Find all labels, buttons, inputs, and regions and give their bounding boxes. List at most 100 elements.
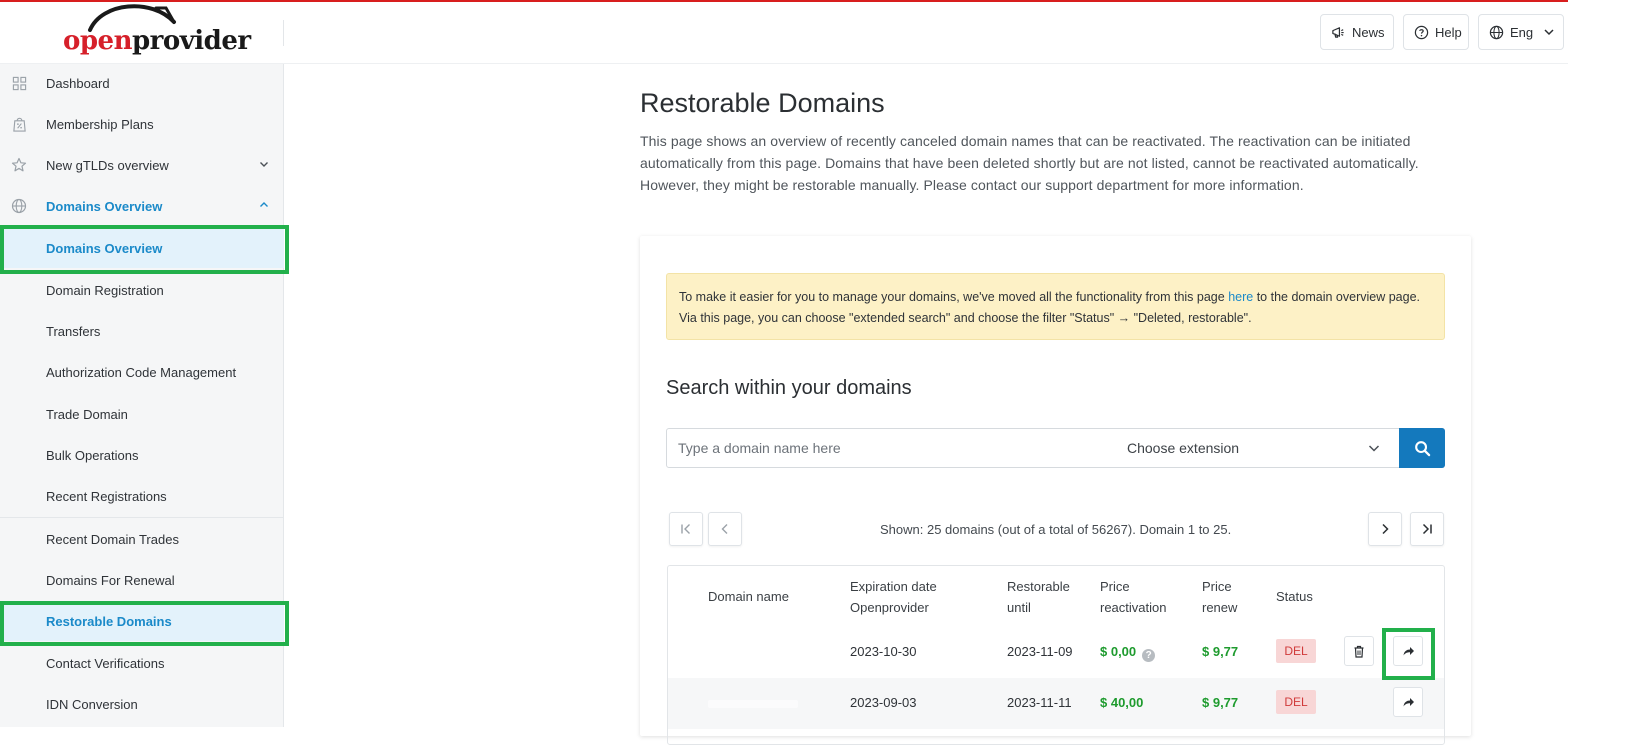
sidebar-item-label: Contact Verifications	[46, 655, 165, 671]
sidebar-item-membership-plans[interactable]: Membership Plans	[0, 104, 284, 144]
help-button[interactable]: Help	[1403, 14, 1469, 50]
price-reactivation-value: $ 0,00	[1100, 644, 1137, 659]
logo-open-text: open	[63, 26, 132, 56]
trash-icon	[1354, 645, 1364, 658]
previous-page-button[interactable]	[708, 512, 742, 546]
bag-percent-icon	[10, 115, 28, 133]
sidebar-divider	[0, 517, 284, 518]
news-button[interactable]: News	[1320, 14, 1394, 50]
extension-select[interactable]: Choose extension	[1127, 429, 1399, 467]
sidebar-item-contact-verifications[interactable]: Contact Verifications	[0, 643, 284, 683]
sidebar-item-idn-conversion[interactable]: IDN Conversion	[0, 684, 284, 724]
sidebar-item-label: Authorization Code Management	[46, 364, 237, 380]
language-select[interactable]: Eng	[1478, 14, 1564, 50]
page-description: This page shows an overview of recently …	[640, 133, 1419, 193]
restore-button[interactable]	[1393, 687, 1423, 717]
help-circle-icon	[1414, 25, 1429, 39]
sidebar-item-label: Domains For Renewal	[46, 572, 175, 588]
extension-select-label: Choose extension	[1127, 440, 1240, 456]
column-header-domain[interactable]: Domain name	[708, 586, 789, 607]
sidebar: Dashboard Membership Plans New gTLDs ove…	[0, 63, 289, 727]
sidebar-item-label: IDN Conversion	[46, 696, 138, 712]
globe-icon	[1489, 25, 1504, 39]
sidebar-item-bulk-operations[interactable]: Bulk Operations	[0, 435, 284, 475]
search-button[interactable]	[1399, 428, 1445, 468]
price-reactivation-cell: $ 40,00	[1100, 695, 1144, 710]
sidebar-item-domain-registration[interactable]: Domain Registration	[0, 270, 284, 310]
logo-wordmark: openprovider	[63, 26, 251, 56]
sidebar-item-label: Membership Plans	[46, 116, 154, 132]
sidebar-item-restorable-domains[interactable]: Restorable Domains	[0, 601, 284, 641]
first-page-icon	[681, 524, 690, 534]
sidebar-item-label: Restorable Domains	[46, 613, 172, 629]
star-icon	[10, 156, 28, 174]
next-page-button[interactable]	[1368, 512, 1402, 546]
grid-icon	[10, 74, 28, 92]
header-divider	[283, 20, 284, 46]
page-title: Restorable Domains	[640, 88, 885, 118]
last-page-button[interactable]	[1410, 512, 1444, 546]
sidebar-item-label: Domains Overview	[46, 240, 163, 256]
top-header: openprovider News Help Eng	[0, 2, 1568, 64]
status-badge: DEL	[1276, 639, 1316, 663]
help-tooltip-icon[interactable]: ?	[1142, 649, 1156, 662]
openprovider-logo[interactable]: openprovider	[62, 4, 251, 60]
chevron-right-icon	[1382, 523, 1389, 535]
chevron-down-icon	[1368, 445, 1380, 452]
domain-search-input[interactable]	[667, 429, 1117, 467]
restorable-until-cell: 2023-11-09	[1007, 644, 1073, 659]
search-icon	[1414, 440, 1430, 456]
first-page-button[interactable]	[669, 512, 703, 546]
chevron-down-icon	[1544, 29, 1554, 36]
sidebar-item-dashboard[interactable]: Dashboard	[0, 63, 284, 103]
column-header-price-renew[interactable]: Price renew	[1202, 576, 1252, 618]
sidebar-item-label: Recent Domain Trades	[46, 531, 179, 547]
sidebar-item-label: New gTLDs overview	[46, 157, 169, 173]
price-reactivation-cell: $ 0,00?	[1100, 644, 1156, 662]
sidebar-item-auth-code-management[interactable]: Authorization Code Management	[0, 352, 284, 392]
price-renew-cell: $ 9,77	[1202, 644, 1239, 659]
restorable-domains-card: To make it easier for you to manage your…	[640, 236, 1471, 745]
search-bar: Choose extension	[666, 428, 1445, 468]
status-badge: DEL	[1276, 690, 1316, 714]
table-row: 2023-09-03 2023-11-11 $ 40,00 $ 9,77 DEL	[668, 678, 1444, 729]
language-label: Eng	[1510, 24, 1534, 40]
restore-button[interactable]	[1393, 636, 1423, 666]
sidebar-item-domains-overview-group[interactable]: Domains Overview	[0, 186, 284, 226]
column-header-price-reactivation[interactable]: Price reactivation	[1100, 576, 1180, 618]
info-notice: To make it easier for you to manage your…	[666, 273, 1445, 340]
news-label: News	[1352, 24, 1385, 40]
help-label: Help	[1435, 24, 1462, 40]
column-header-expiration[interactable]: Expiration date Openprovider	[850, 576, 970, 618]
column-header-status: Status	[1276, 589, 1313, 604]
notice-text: To make it easier for you to manage your…	[679, 290, 1229, 304]
share-arrow-icon	[1403, 647, 1414, 656]
column-header-restorable[interactable]: Restorable until	[1007, 576, 1087, 618]
price-renew-cell: $ 9,77	[1202, 695, 1239, 710]
last-page-icon	[1422, 523, 1432, 535]
sidebar-item-label: Domains Overview	[46, 198, 163, 214]
delete-button[interactable]	[1344, 636, 1374, 666]
domains-table: Domain name Expiration date Openprovider…	[667, 565, 1445, 745]
sidebar-item-recent-registrations[interactable]: Recent Registrations	[0, 476, 284, 516]
sidebar-item-trade-domain[interactable]: Trade Domain	[0, 394, 284, 434]
restorable-until-cell: 2023-11-11	[1007, 695, 1072, 710]
sidebar-item-new-gtlds[interactable]: New gTLDs overview	[0, 145, 284, 185]
share-arrow-icon	[1403, 698, 1414, 707]
logo-provider-text: provider	[131, 26, 251, 56]
notice-here-link[interactable]: here	[1228, 290, 1253, 304]
chevron-left-icon	[721, 524, 728, 534]
table-row: 2023-10-30 2023-11-09 $ 0,00? $ 9,77 DEL	[668, 627, 1444, 678]
redacted-domain-name	[708, 700, 798, 708]
sidebar-item-recent-domain-trades[interactable]: Recent Domain Trades	[0, 519, 284, 559]
chevron-up-icon	[258, 199, 272, 213]
globe-icon	[10, 197, 28, 215]
sidebar-item-domains-overview[interactable]: Domains Overview	[0, 228, 284, 268]
sidebar-item-label: Recent Registrations	[46, 488, 167, 504]
sidebar-item-transfers[interactable]: Transfers	[0, 311, 284, 351]
sidebar-item-label: Transfers	[46, 323, 101, 339]
sidebar-item-label: Dashboard	[46, 75, 110, 91]
sidebar-item-domains-for-renewal[interactable]: Domains For Renewal	[0, 560, 284, 600]
pagination-info: Shown: 25 domains (out of a total of 562…	[880, 522, 1232, 537]
expiration-cell: 2023-09-03	[850, 695, 917, 710]
